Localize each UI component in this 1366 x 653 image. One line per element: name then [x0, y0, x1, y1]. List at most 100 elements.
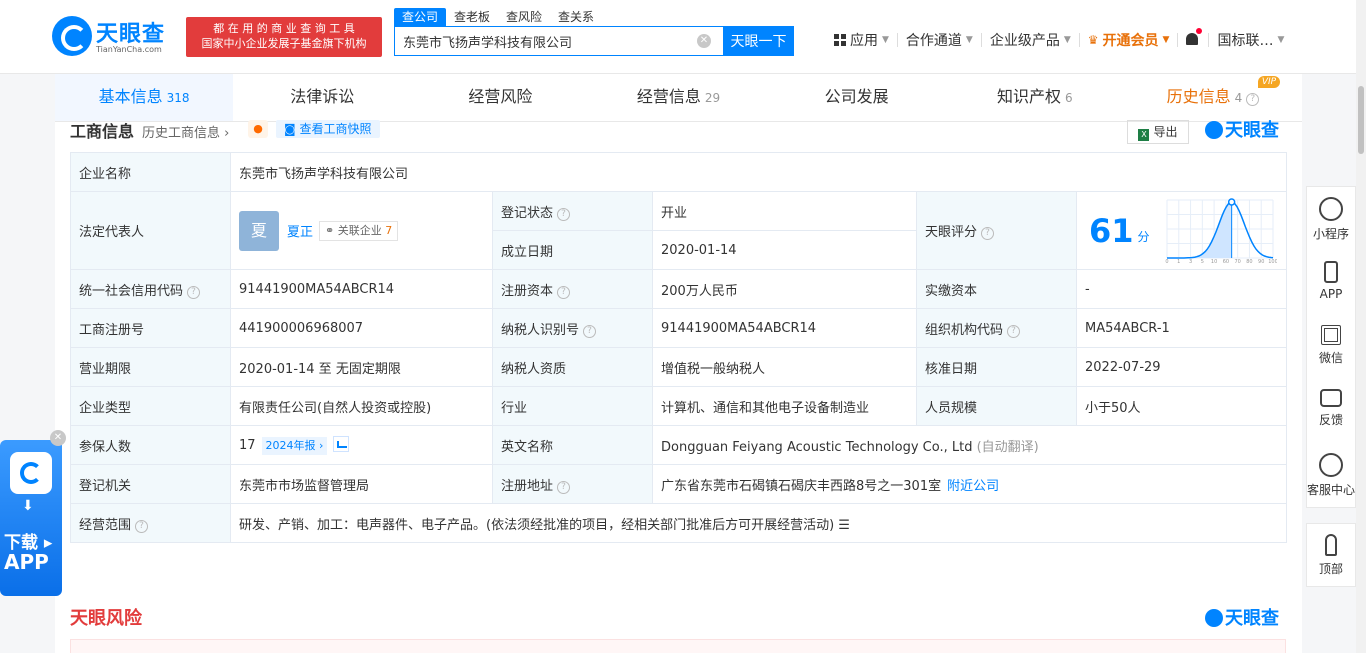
- tab-label: 经营风险: [468, 87, 533, 106]
- wechat-button[interactable]: 微信: [1307, 315, 1355, 379]
- legal-rep-name[interactable]: 夏正: [287, 225, 313, 240]
- biz-reg-no-value: 441900006968007: [230, 308, 493, 348]
- tab-operation-risk[interactable]: 经营风险: [411, 74, 589, 121]
- clear-icon[interactable]: ✕: [697, 34, 711, 48]
- app-button[interactable]: APP: [1307, 251, 1355, 315]
- help-icon[interactable]: ?: [187, 285, 201, 299]
- snapshot-button[interactable]: ◙ 查看工商快照: [276, 120, 380, 138]
- score-unit: 分: [1137, 230, 1150, 244]
- nearby-companies-link[interactable]: 附近公司: [947, 479, 999, 494]
- tab-development[interactable]: 公司发展: [768, 74, 946, 121]
- search-tab-risk[interactable]: 查风险: [498, 8, 550, 26]
- avatar[interactable]: 夏: [239, 210, 279, 251]
- nav-channels-label: 合作通道: [905, 33, 962, 49]
- score-label-cell: 天眼评分?: [916, 191, 1077, 270]
- help-icon[interactable]: ?: [557, 207, 571, 221]
- nav-intl[interactable]: 国标联… ▼: [1209, 30, 1292, 50]
- history-link-label: 历史工商信息: [142, 126, 221, 141]
- right-float-bar: 小程序 APP 微信 反馈 客服中心: [1306, 186, 1356, 508]
- reg-address-cell: 广东省东莞市石碣镇石碣庆丰西路8号之一301室 附近公司: [652, 464, 1287, 504]
- search-tab-boss[interactable]: 查老板: [446, 8, 498, 26]
- tab-count: 6: [1064, 91, 1073, 105]
- reg-authority-label: 登记机关: [70, 464, 231, 504]
- export-button[interactable]: X 导出: [1127, 120, 1189, 144]
- camera-icon: ◙: [284, 122, 296, 136]
- annual-report-badge[interactable]: 2024年报 ›: [261, 436, 328, 455]
- fire-icon[interactable]: ●: [248, 120, 268, 138]
- credit-code-label-cell: 统一社会信用代码?: [70, 269, 231, 309]
- app-promo-line2: APP: [4, 550, 49, 574]
- approval-date-label: 核准日期: [916, 347, 1077, 387]
- scrollbar-thumb[interactable]: [1358, 86, 1364, 154]
- tab-count: 29: [704, 91, 721, 105]
- help-icon[interactable]: ?: [583, 324, 597, 338]
- app-promo-card[interactable]: ⬇ 下载 ▸ APP: [0, 440, 62, 596]
- main-card: 基本信息 318 法律诉讼 经营风险 经营信息 29 公司发展 知识产权 6 VIP …: [55, 74, 1302, 653]
- logo-text: 天眼查: [96, 22, 166, 47]
- nav-apps[interactable]: 应用 ▼: [826, 30, 897, 50]
- logo-subtext: TianYanCha.com: [96, 45, 162, 54]
- feedback-button[interactable]: 反馈: [1307, 379, 1355, 443]
- score-value: 61: [1089, 211, 1134, 250]
- expand-icon[interactable]: ☰: [838, 518, 850, 533]
- score-tick-label: 100: [1268, 259, 1277, 264]
- search-input[interactable]: [395, 27, 693, 55]
- rocket-icon: [1325, 534, 1337, 556]
- slogan-line-1: 都 在 用 的 商 业 查 询 工 具: [213, 22, 355, 35]
- help-icon[interactable]: ?: [135, 519, 149, 533]
- nav-enterprise[interactable]: 企业级产品 ▼: [982, 30, 1079, 50]
- help-icon[interactable]: ?: [1007, 324, 1021, 338]
- bell-icon[interactable]: [1184, 28, 1203, 48]
- vip-badge: VIP: [1257, 76, 1281, 88]
- tab-count: 318: [166, 91, 190, 105]
- score-cell[interactable]: 61 分 0 1 3 5 10 60 70 80 90 100: [1076, 191, 1287, 270]
- table-row: 统一社会信用代码? 91441900MA54ABCR14 注册资本? 200万人…: [70, 269, 1287, 309]
- search-type-tabs: 查公司 查老板 查风险 查关系: [394, 8, 602, 26]
- snapshot-label: 查看工商快照: [299, 122, 372, 136]
- help-icon[interactable]: ?: [557, 480, 571, 494]
- tab-operation-info[interactable]: 经营信息 29: [589, 74, 767, 121]
- history-link[interactable]: 历史工商信息 ›: [142, 122, 229, 141]
- assoc-companies-badge[interactable]: ⚭ 关联企业 7: [319, 220, 399, 241]
- back-to-top-button[interactable]: 顶部: [1306, 523, 1356, 587]
- table-row: 参保人数 17 2024年报 › 英文名称 Dongguan Feiyang Ac…: [70, 425, 1287, 465]
- page-scrollbar[interactable]: [1356, 0, 1366, 653]
- site-logo[interactable]: 天眼查 TianYanCha.com: [52, 14, 182, 58]
- tab-history[interactable]: VIP 历史信息 4?: [1124, 74, 1302, 121]
- tab-count: 4: [1234, 91, 1243, 105]
- reg-capital-value: 200万人民币: [652, 269, 917, 309]
- reg-status-value: 开业: [652, 191, 917, 231]
- help-icon[interactable]: ?: [1246, 93, 1260, 106]
- close-icon[interactable]: ✕: [50, 430, 66, 446]
- chat-bubble-icon: [1320, 389, 1342, 407]
- found-date-label: 成立日期: [492, 230, 653, 270]
- score-tick-label: 10: [1211, 259, 1217, 264]
- tab-legal[interactable]: 法律诉讼: [233, 74, 411, 121]
- nav-vip-label: 开通会员: [1102, 33, 1159, 49]
- tab-ip[interactable]: 知识产权 6: [946, 74, 1124, 121]
- help-icon[interactable]: ?: [981, 227, 995, 240]
- tab-basic-info[interactable]: 基本信息 318: [55, 74, 234, 121]
- reg-address-label-cell: 注册地址?: [492, 464, 653, 504]
- industry-value: 计算机、通信和其他电子设备制造业: [652, 386, 917, 426]
- search-box: ✕: [394, 26, 724, 56]
- taxpayer-id-label-cell: 纳税人识别号?: [492, 308, 653, 348]
- section-header: 工商信息 历史工商信息 › ● ◙ 查看工商快照: [70, 120, 1285, 142]
- scope-label: 经营范围: [79, 517, 132, 533]
- nav-vip[interactable]: ♛ 开通会员 ▼: [1080, 30, 1178, 50]
- download-app-promo[interactable]: ⬇ 下载 ▸ APP ✕: [0, 430, 66, 598]
- search-tab-relation[interactable]: 查关系: [550, 8, 602, 26]
- help-icon[interactable]: ?: [557, 285, 571, 299]
- nav-intl-label: 国标联…: [1217, 33, 1274, 49]
- nav-channels[interactable]: 合作通道 ▼: [898, 30, 981, 50]
- trend-chart-icon[interactable]: [333, 435, 350, 452]
- search-tab-company[interactable]: 查公司: [394, 8, 447, 26]
- customer-service-button[interactable]: 客服中心: [1307, 443, 1355, 507]
- score-tick-label: 70: [1234, 259, 1240, 264]
- search-button[interactable]: 天眼一下: [723, 26, 794, 56]
- risk-section-title: 天眼风险: [70, 608, 142, 629]
- mini-program-button[interactable]: 小程序: [1307, 187, 1355, 251]
- approval-date-value: 2022-07-29: [1076, 347, 1287, 387]
- tab-label: 法律诉讼: [290, 87, 355, 106]
- scope-value: 研发、产销、加工：电声器件、电子产品。(依法须经批准的项目，经相关部门批准后方可…: [239, 517, 835, 533]
